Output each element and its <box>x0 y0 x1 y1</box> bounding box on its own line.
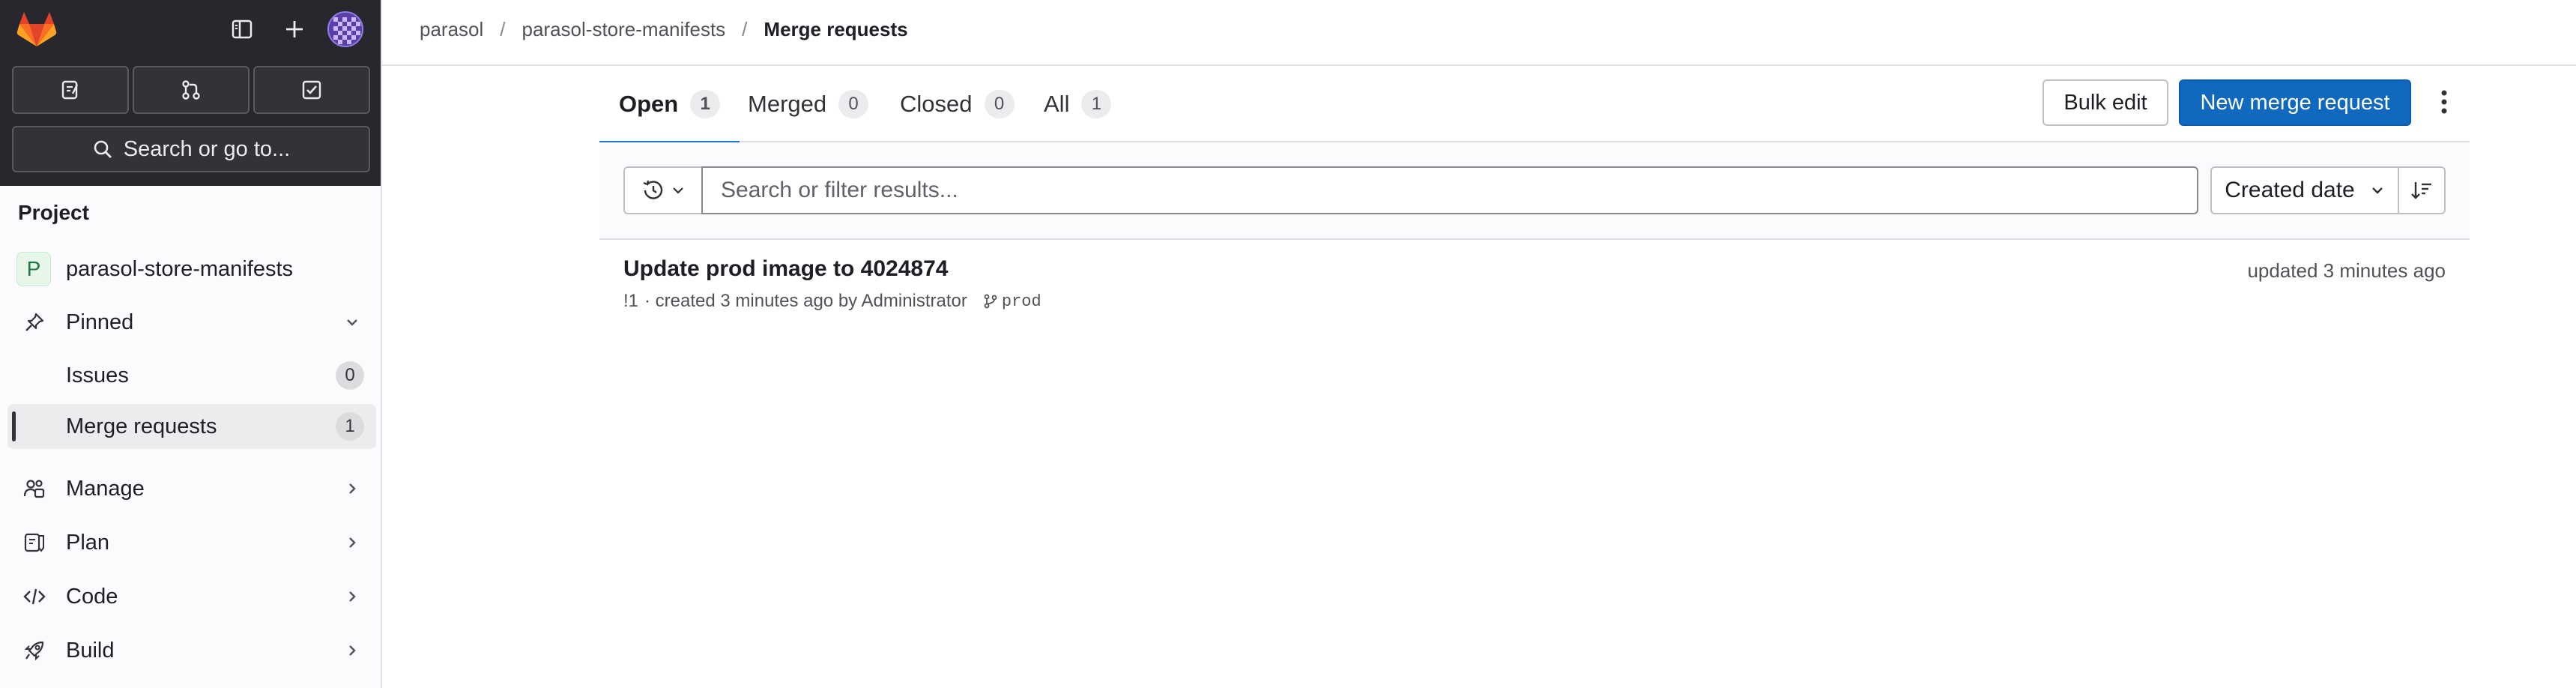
chevron-right-icon <box>343 642 361 660</box>
planning-icon <box>22 531 46 555</box>
issues-count-badge: 0 <box>336 361 364 390</box>
target-branch[interactable]: prod <box>984 292 1041 311</box>
assigned-issues-button[interactable] <box>12 66 129 114</box>
bulk-edit-button[interactable]: Bulk edit <box>2043 79 2168 126</box>
project-name: parasol-store-manifests <box>66 256 293 281</box>
user-avatar[interactable] <box>327 11 363 47</box>
merge-requests-button[interactable] <box>133 66 250 114</box>
toggle-sidebar-icon[interactable] <box>226 13 258 45</box>
tab-count-badge: 0 <box>984 90 1015 118</box>
sidebar-item-label: Issues <box>66 363 129 387</box>
sidebar-item-label: Build <box>66 638 115 663</box>
sidebar: Search or go to... Project P parasol-sto… <box>0 0 382 688</box>
sort-direction-button[interactable] <box>2398 166 2446 214</box>
tab-closed[interactable]: Closed 0 <box>900 66 1015 142</box>
breadcrumb-item-project[interactable]: parasol-store-manifests <box>522 18 726 41</box>
pinned-section-toggle[interactable]: Pinned <box>7 300 376 345</box>
pinned-label: Pinned <box>66 310 134 334</box>
tab-label: Merged <box>748 91 827 117</box>
chevron-right-icon <box>343 588 361 606</box>
more-actions-kebab-icon[interactable] <box>2426 84 2462 120</box>
history-icon <box>643 180 663 199</box>
chevron-right-icon <box>343 480 361 498</box>
tab-count-badge: 0 <box>838 90 869 118</box>
project-section-title: Project <box>18 201 89 224</box>
merge-request-row: Update prod image to 4024874 !1 · create… <box>599 241 2470 324</box>
breadcrumb-separator: / <box>500 18 506 40</box>
create-new-plus-icon[interactable] <box>279 13 310 45</box>
sidebar-item-code[interactable]: Code <box>7 574 376 619</box>
project-avatar: P <box>16 252 51 286</box>
tab-open[interactable]: Open 1 <box>599 66 740 144</box>
code-icon <box>22 585 46 609</box>
sidebar-item-label: Merge requests <box>66 414 217 438</box>
tab-count-badge: 1 <box>690 90 721 118</box>
filter-bar: Created date <box>599 142 2470 240</box>
merge-request-created-info: · created 3 minutes ago by Administrator <box>644 291 967 311</box>
breadcrumb-item-current[interactable]: Merge requests <box>764 18 907 41</box>
recent-searches-button[interactable] <box>623 166 701 214</box>
branch-icon <box>984 294 997 309</box>
tab-label: All <box>1044 91 1070 117</box>
search-or-go-to-button[interactable]: Search or go to... <box>12 126 370 172</box>
sidebar-item-issues[interactable]: Issues 0 <box>7 353 376 398</box>
merge-request-title[interactable]: Update prod image to 4024874 <box>623 256 948 282</box>
gitlab-logo-icon[interactable] <box>16 10 57 48</box>
tab-count-badge: 1 <box>1081 90 1112 118</box>
sidebar-item-label: Plan <box>66 530 110 555</box>
rocket-icon <box>22 639 46 663</box>
filter-search-input[interactable] <box>701 166 2198 214</box>
issues-icon <box>61 80 79 100</box>
search-label: Search or go to... <box>123 136 291 161</box>
search-icon <box>94 140 112 158</box>
top-bar: parasol / parasol-store-manifests / Merg… <box>382 0 2576 66</box>
chevron-down-icon <box>673 187 683 194</box>
merge-request-icon <box>182 80 200 100</box>
chevron-right-icon <box>343 534 361 552</box>
tab-label: Closed <box>900 91 973 117</box>
sort-lowest-icon <box>2411 182 2431 199</box>
sort-by-dropdown[interactable]: Created date <box>2210 166 2399 214</box>
chevron-down-icon <box>343 313 361 331</box>
sidebar-header: Search or go to... <box>0 0 381 186</box>
sidebar-item-label: Manage <box>66 476 145 501</box>
tab-all[interactable]: All 1 <box>1044 66 1112 142</box>
sidebar-item-label: Code <box>66 584 118 609</box>
sort-label: Created date <box>2225 178 2355 202</box>
todo-items-button[interactable] <box>253 66 370 114</box>
todo-checkbox-icon <box>302 80 321 100</box>
new-merge-request-button[interactable]: New merge request <box>2179 79 2411 126</box>
chevron-down-icon <box>2371 187 2383 194</box>
pin-icon <box>22 310 46 334</box>
merge-requests-count-badge: 1 <box>336 412 364 441</box>
project-link[interactable]: P parasol-store-manifests <box>16 252 293 286</box>
merge-request-updated-time: updated 3 minutes ago <box>2247 259 2446 282</box>
sidebar-item-manage[interactable]: Manage <box>7 466 376 511</box>
merge-request-ref[interactable]: !1 <box>623 291 638 312</box>
tab-merged[interactable]: Merged 0 <box>748 66 869 142</box>
breadcrumb-separator: / <box>742 18 748 40</box>
breadcrumb: parasol / parasol-store-manifests / Merg… <box>420 18 908 41</box>
sidebar-item-plan[interactable]: Plan <box>7 520 376 565</box>
breadcrumb-item-group[interactable]: parasol <box>420 18 483 41</box>
sidebar-item-merge-requests[interactable]: Merge requests 1 <box>7 404 376 449</box>
users-icon <box>22 477 46 501</box>
sidebar-item-build[interactable]: Build <box>7 628 376 673</box>
tab-label: Open <box>619 91 679 117</box>
branch-name: prod <box>1001 292 1041 311</box>
merge-request-meta: !1 · created 3 minutes ago by Administra… <box>623 291 1041 312</box>
